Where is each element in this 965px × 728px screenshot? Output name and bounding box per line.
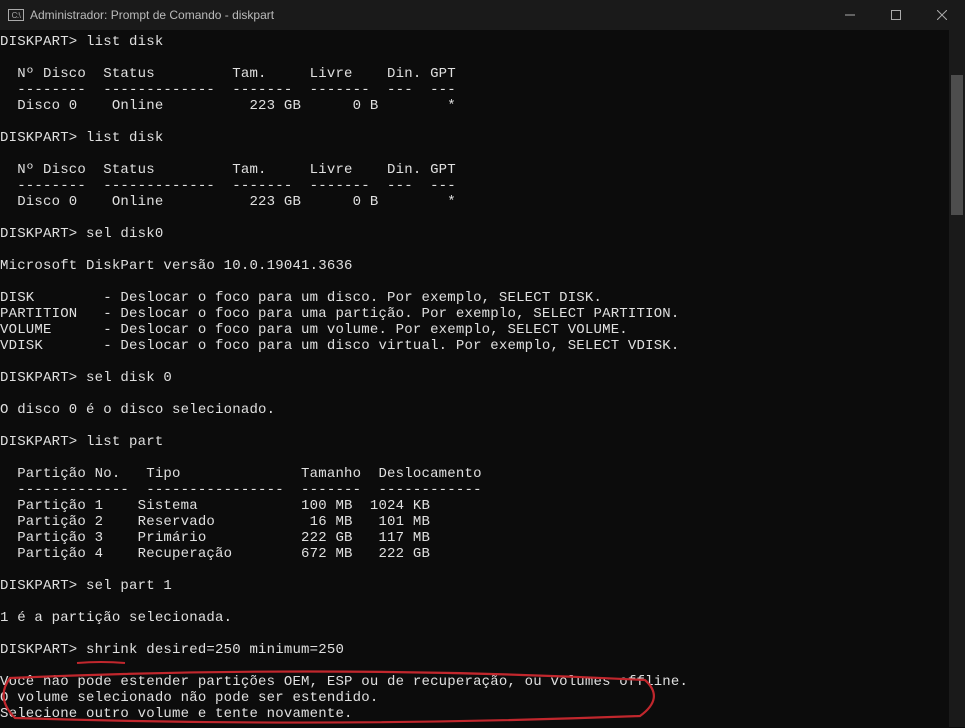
terminal-line: DISKPART> list part	[0, 434, 965, 450]
window-controls	[827, 0, 965, 30]
terminal-line: O volume selecionado não pode ser estend…	[0, 690, 965, 706]
terminal-line	[0, 562, 965, 578]
terminal-line	[0, 274, 965, 290]
terminal-line: DISKPART> list disk	[0, 34, 965, 50]
terminal-line: VOLUME - Deslocar o foco para um volume.…	[0, 322, 965, 338]
terminal-line: -------- ------------- ------- ------- -…	[0, 178, 965, 194]
titlebar: C:\ Administrador: Prompt de Comando - d…	[0, 0, 965, 30]
terminal-line: Partição 1 Sistema 100 MB 1024 KB	[0, 498, 965, 514]
terminal-line	[0, 354, 965, 370]
terminal-line	[0, 658, 965, 674]
terminal-line: Selecione outro volume e tente novamente…	[0, 706, 965, 722]
terminal-line: Microsoft DiskPart versão 10.0.19041.363…	[0, 258, 965, 274]
terminal-line: Você não pode estender partições OEM, ES…	[0, 674, 965, 690]
terminal-line: Partição 3 Primário 222 GB 117 MB	[0, 530, 965, 546]
terminal-line: Partição No. Tipo Tamanho Deslocamento	[0, 466, 965, 482]
terminal-line: Nº Disco Status Tam. Livre Din. GPT	[0, 66, 965, 82]
cmd-icon: C:\	[8, 9, 24, 21]
terminal-line	[0, 450, 965, 466]
terminal-line	[0, 146, 965, 162]
terminal-line: DISKPART> shrink desired=250 minimum=250	[0, 642, 965, 658]
terminal-line: DISK - Deslocar o foco para um disco. Po…	[0, 290, 965, 306]
scrollbar[interactable]	[949, 30, 965, 727]
terminal-line	[0, 626, 965, 642]
minimize-button[interactable]	[827, 0, 873, 30]
terminal-line: DISKPART> list disk	[0, 130, 965, 146]
terminal-line: O disco 0 é o disco selecionado.	[0, 402, 965, 418]
terminal-line: PARTITION - Deslocar o foco para uma par…	[0, 306, 965, 322]
terminal-line	[0, 594, 965, 610]
terminal-line	[0, 114, 965, 130]
terminal-line: 1 é a partição selecionada.	[0, 610, 965, 626]
window-title: Administrador: Prompt de Comando - diskp…	[30, 8, 274, 22]
terminal-line: ------------- ---------------- ------- -…	[0, 482, 965, 498]
terminal-line: Partição 2 Reservado 16 MB 101 MB	[0, 514, 965, 530]
terminal-line: -------- ------------- ------- ------- -…	[0, 82, 965, 98]
maximize-button[interactable]	[873, 0, 919, 30]
close-button[interactable]	[919, 0, 965, 30]
terminal-line	[0, 418, 965, 434]
terminal-line: Partição 4 Recuperação 672 MB 222 GB	[0, 546, 965, 562]
terminal-line: Disco 0 Online 223 GB 0 B *	[0, 194, 965, 210]
terminal-line: DISKPART> sel disk0	[0, 226, 965, 242]
terminal-line	[0, 386, 965, 402]
terminal-output[interactable]: DISKPART> list disk Nº Disco Status Tam.…	[0, 30, 965, 722]
terminal-line: DISKPART> sel part 1	[0, 578, 965, 594]
scrollbar-thumb[interactable]	[951, 75, 963, 215]
terminal-line: Nº Disco Status Tam. Livre Din. GPT	[0, 162, 965, 178]
terminal-line	[0, 210, 965, 226]
terminal-line: VDISK - Deslocar o foco para um disco vi…	[0, 338, 965, 354]
terminal-line	[0, 242, 965, 258]
terminal-line: Disco 0 Online 223 GB 0 B *	[0, 98, 965, 114]
terminal-line: DISKPART> sel disk 0	[0, 370, 965, 386]
terminal-line	[0, 50, 965, 66]
